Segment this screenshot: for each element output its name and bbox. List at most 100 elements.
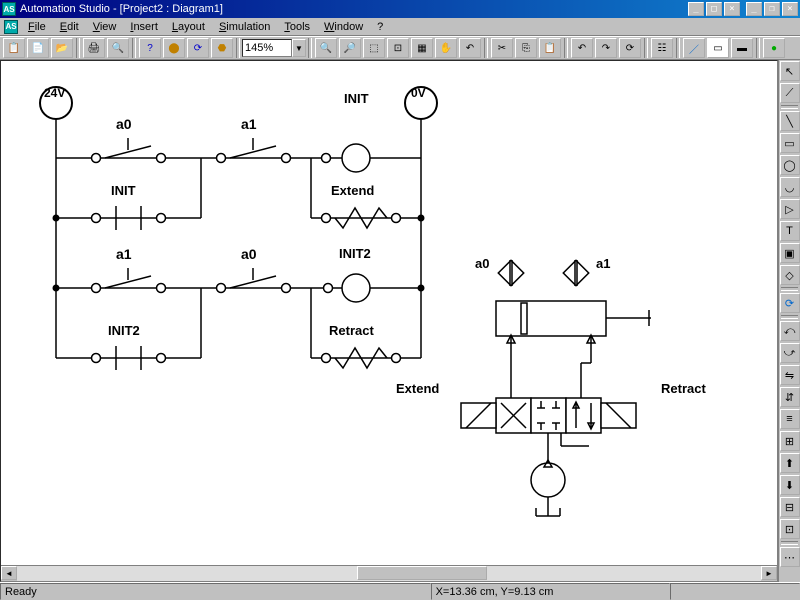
status-ready: Ready — [0, 583, 431, 600]
zoom-dropdown[interactable]: ▼ — [292, 39, 306, 57]
zoom-fit-button[interactable]: ⊡ — [387, 38, 409, 58]
menu-edit[interactable]: Edit — [54, 20, 85, 34]
zoom-window-button[interactable]: ⬚ — [363, 38, 385, 58]
refresh-tool[interactable]: ⟳ — [780, 293, 800, 313]
menu-simulation[interactable]: Simulation — [213, 20, 276, 34]
arc-tool[interactable]: ◡ — [780, 177, 800, 197]
flip-h-tool[interactable]: ⇋ — [780, 365, 800, 385]
color2-button[interactable]: ▬ — [731, 38, 753, 58]
menu-file[interactable]: FFileile — [22, 20, 52, 34]
close-button[interactable]: × — [724, 2, 740, 16]
zoom-in-button[interactable]: 🔍 — [315, 38, 337, 58]
maximize-button[interactable]: □ — [706, 2, 722, 16]
flip-v-tool[interactable]: ⇵ — [780, 387, 800, 407]
image-tool[interactable]: ▣ — [780, 243, 800, 263]
paste-button[interactable]: 📋 — [3, 38, 25, 58]
repeat-button[interactable]: ⟳ — [619, 38, 641, 58]
doc-icon: AS — [4, 20, 18, 34]
label-sol-extend: Extend — [396, 381, 439, 396]
rotate-right-tool[interactable]: ⤻ — [780, 343, 800, 363]
label-init-contact: INIT — [111, 183, 136, 198]
main-toolbar: 📋 📄 📂 🖨 🔍 ? ⬤ ⟳ ⬣ 145% ▼ 🔍 🔎 ⬚ ⊡ ▦ ✋ ↶ ✂… — [0, 36, 800, 60]
text-tool[interactable]: T — [780, 221, 800, 241]
sim-normal-button[interactable]: ⬤ — [163, 38, 185, 58]
color-button[interactable]: ▭ — [707, 38, 729, 58]
new-button[interactable]: 📄 — [27, 38, 49, 58]
label-extend-coil: Extend — [331, 183, 374, 198]
label-init2-coil: INIT2 — [339, 246, 371, 261]
open-button[interactable]: 📂 — [51, 38, 73, 58]
ellipse-tool[interactable]: ◯ — [780, 155, 800, 175]
doc-minimize-button[interactable]: _ — [746, 2, 762, 16]
send-back-tool[interactable]: ⬇ — [780, 475, 800, 495]
work-area: 24V 0V a0 a1 INIT INIT Extend a1 a0 INIT… — [0, 60, 800, 582]
menu-help[interactable]: ? — [371, 20, 389, 34]
field-tool[interactable]: ◇ — [780, 265, 800, 285]
group-tool[interactable]: ⊟ — [780, 497, 800, 517]
run-button[interactable]: ● — [763, 38, 785, 58]
prev-view-button[interactable]: ↶ — [459, 38, 481, 58]
draw-line-button[interactable]: ／ — [683, 38, 705, 58]
status-coords: X=13.36 cm, Y=9.13 cm — [431, 583, 670, 600]
menu-tools[interactable]: Tools — [278, 20, 316, 34]
menu-window[interactable]: Window — [318, 20, 369, 34]
status-extra — [670, 583, 800, 600]
label-init-coil: INIT — [344, 91, 369, 106]
label-a1-r1: a1 — [241, 116, 257, 132]
label-0v: 0V — [411, 86, 426, 100]
menubar: AS FFileile Edit View Insert Layout Simu… — [0, 18, 800, 36]
label-sensor-a0: a0 — [475, 256, 489, 271]
label-a1-r3: a1 — [116, 246, 132, 262]
window-title: Automation Studio - [Project2 : Diagram1… — [20, 3, 688, 15]
doc-close-button[interactable]: × — [782, 2, 798, 16]
sim-step-button[interactable]: ⟳ — [187, 38, 209, 58]
cut-button[interactable]: ✂ — [491, 38, 513, 58]
label-24v: 24V — [44, 86, 65, 100]
polygon-tool[interactable]: ▷ — [780, 199, 800, 219]
scroll-right-button[interactable]: ► — [761, 566, 777, 580]
drawing-toolbar: ↖ ⟋ ╲ ▭ ◯ ◡ ▷ T ▣ ◇ ⟳ ⤺ ⤻ ⇋ ⇵ ≡ ⊞ ⬆ ⬇ ⊟ … — [778, 60, 800, 582]
menu-layout[interactable]: Layout — [166, 20, 211, 34]
zoom-out-button[interactable]: 🔎 — [339, 38, 361, 58]
label-sol-retract: Retract — [661, 381, 706, 396]
paste2-button[interactable]: 📋 — [539, 38, 561, 58]
menu-insert[interactable]: Insert — [124, 20, 164, 34]
label-init2-contact: INIT2 — [108, 323, 140, 338]
scroll-track[interactable] — [17, 566, 761, 581]
app-icon: AS — [2, 2, 16, 16]
ungroup-tool[interactable]: ⊡ — [780, 519, 800, 539]
doc-restore-button[interactable]: ❐ — [764, 2, 780, 16]
preview-button[interactable]: 🔍 — [107, 38, 129, 58]
sim-slow-button[interactable]: ⬣ — [211, 38, 233, 58]
scroll-left-button[interactable]: ◄ — [1, 566, 17, 580]
redo-button[interactable]: ↷ — [595, 38, 617, 58]
scroll-thumb[interactable] — [357, 566, 487, 580]
label-a0-r3: a0 — [241, 246, 257, 262]
pan-button[interactable]: ✋ — [435, 38, 457, 58]
undo-button[interactable]: ↶ — [571, 38, 593, 58]
distribute-tool[interactable]: ⊞ — [780, 431, 800, 451]
line-tool[interactable]: ╲ — [780, 111, 800, 131]
h-scrollbar[interactable]: ◄ ► — [1, 565, 777, 581]
diagram-canvas[interactable]: 24V 0V a0 a1 INIT INIT Extend a1 a0 INIT… — [1, 61, 777, 565]
pointer-tool[interactable]: ↖ — [780, 61, 800, 81]
align-tool[interactable]: ≡ — [780, 409, 800, 429]
canvas-wrap: 24V 0V a0 a1 INIT INIT Extend a1 a0 INIT… — [0, 60, 778, 582]
zoom-page-button[interactable]: ▦ — [411, 38, 433, 58]
rect-tool[interactable]: ▭ — [780, 133, 800, 153]
bring-front-tool[interactable]: ⬆ — [780, 453, 800, 473]
titlebar: AS Automation Studio - [Project2 : Diagr… — [0, 0, 800, 18]
link-tool[interactable]: ⟋ — [780, 83, 800, 103]
minimize-button[interactable]: _ — [688, 2, 704, 16]
library-button[interactable]: ☷ — [651, 38, 673, 58]
menu-view[interactable]: View — [87, 20, 123, 34]
copy-button[interactable]: ⎘ — [515, 38, 537, 58]
verify-button[interactable]: ? — [139, 38, 161, 58]
label-retract-coil: Retract — [329, 323, 374, 338]
label-sensor-a1: a1 — [596, 256, 610, 271]
print-button[interactable]: 🖨 — [83, 38, 105, 58]
extra-tool[interactable]: ⋯ — [780, 547, 800, 567]
rotate-left-tool[interactable]: ⤺ — [780, 321, 800, 341]
zoom-input[interactable]: 145% — [242, 39, 292, 57]
statusbar: Ready X=13.36 cm, Y=9.13 cm — [0, 582, 800, 600]
